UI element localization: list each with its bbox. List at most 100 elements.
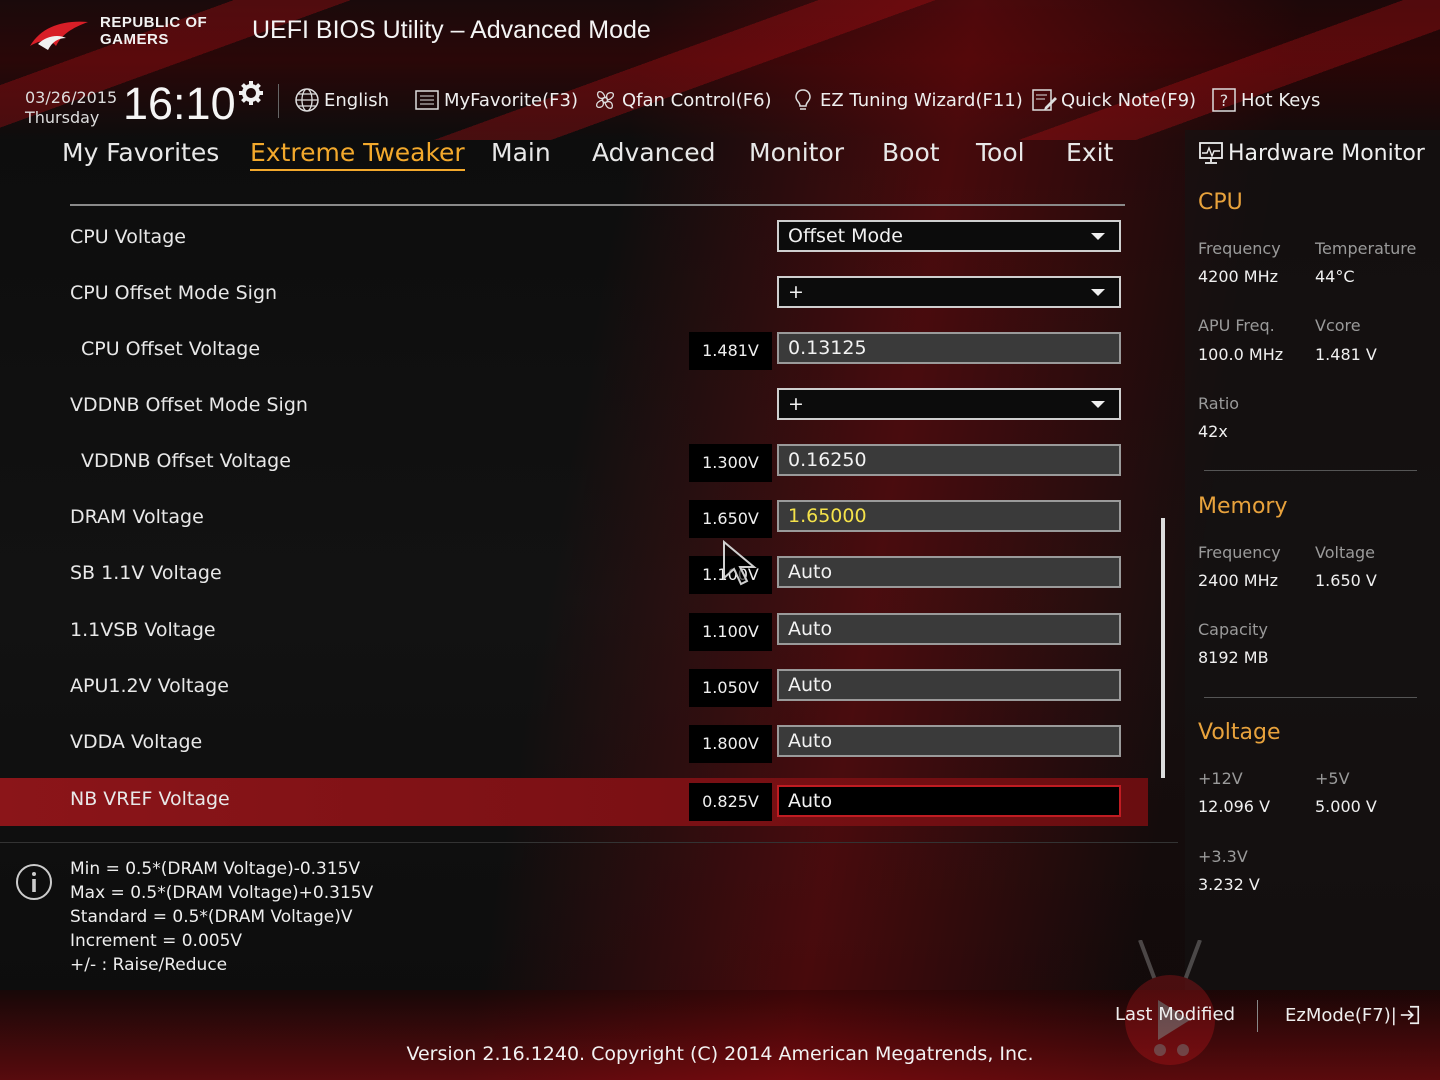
setting-row-cpu-offset-mode-sign[interactable]: CPU Offset Mode Sign + xyxy=(0,270,1148,318)
select-value: + xyxy=(788,393,804,415)
settings-top-divider xyxy=(70,204,1125,206)
memory-frequency-label: Frequency xyxy=(1198,543,1281,562)
select-value: Offset Mode xyxy=(788,225,903,247)
setting-row-vddnb-offset-voltage[interactable]: VDDNB Offset Voltage 1.300V 0.16250 xyxy=(0,438,1148,486)
brand-line2: GAMERS xyxy=(100,31,169,48)
setting-row-cpu-voltage[interactable]: CPU Voltage Offset Mode xyxy=(0,214,1148,262)
tab-advanced[interactable]: Advanced xyxy=(592,138,716,167)
memory-voltage-value: 1.650 V xyxy=(1315,571,1377,590)
language-label: English xyxy=(324,89,389,111)
voltage-readout: 1.050V xyxy=(689,669,772,707)
help-line: +/- : Raise/Reduce xyxy=(70,955,228,975)
tab-exit[interactable]: Exit xyxy=(1066,138,1113,167)
setting-row-vddnb-offset-mode-sign[interactable]: VDDNB Offset Mode Sign + xyxy=(0,382,1148,430)
tab-main[interactable]: Main xyxy=(491,138,551,167)
v12-label: +12V xyxy=(1198,769,1243,788)
voltage-readout: 1.650V xyxy=(689,500,772,538)
fan-icon xyxy=(595,90,615,110)
tab-tool[interactable]: Tool xyxy=(976,138,1025,167)
v5-label: +5V xyxy=(1315,769,1350,788)
qfan-label: Qfan Control(F6) xyxy=(622,89,772,111)
help-line: Min = 0.5*(DRAM Voltage)-0.315V xyxy=(70,859,361,879)
vcore-label: Vcore xyxy=(1315,316,1361,335)
hot-keys-label: Hot Keys xyxy=(1241,89,1321,111)
setting-row-cpu-offset-voltage[interactable]: CPU Offset Voltage 1.481V 0.13125 xyxy=(0,326,1148,374)
dram-voltage-input[interactable]: 1.65000 xyxy=(777,500,1121,532)
setting-label: VDDNB Offset Voltage xyxy=(81,450,291,472)
setting-row-1-1vsb-voltage[interactable]: 1.1VSB Voltage 1.100V Auto xyxy=(0,607,1148,655)
quick-note-label: Quick Note(F9) xyxy=(1061,89,1197,111)
ezmode-button[interactable]: EzMode(F7)| xyxy=(1285,1004,1421,1026)
setting-row-nb-vref-voltage[interactable]: NB VREF Voltage 0.825V Auto xyxy=(0,778,1148,826)
1-1vsb-voltage-input[interactable]: Auto xyxy=(777,613,1121,645)
hw-divider xyxy=(1204,470,1417,471)
note-pencil-icon xyxy=(1032,89,1057,111)
weekday: Thursday xyxy=(25,108,100,127)
cpu-frequency-value: 4200 MHz xyxy=(1198,267,1279,286)
vcore-value: 1.481 V xyxy=(1315,345,1377,364)
main-nav: My Favorites Extreme Tweaker Main Advanc… xyxy=(0,138,1150,178)
memory-heading: Memory xyxy=(1198,494,1288,519)
help-description: Min = 0.5*(DRAM Voltage)-0.315V Max = 0.… xyxy=(70,857,373,977)
ez-tuning-label: EZ Tuning Wizard(F11) xyxy=(820,89,1023,111)
tab-extreme-tweaker[interactable]: Extreme Tweaker xyxy=(250,138,465,171)
date: 03/26/2015 xyxy=(25,88,118,107)
setting-label: CPU Offset Voltage xyxy=(81,338,261,360)
help-line: Increment = 0.005V xyxy=(70,931,243,951)
setting-label: CPU Voltage xyxy=(70,226,186,248)
memory-frequency-value: 2400 MHz xyxy=(1198,571,1279,590)
globe-icon xyxy=(295,88,319,112)
myfavorite-button[interactable]: MyFavorite(F3) xyxy=(414,84,578,116)
apu1-2v-voltage-input[interactable]: Auto xyxy=(777,669,1121,701)
cpu-temperature-value: 44°C xyxy=(1315,267,1355,286)
setting-label: DRAM Voltage xyxy=(70,506,204,528)
setting-label: APU1.2V Voltage xyxy=(70,675,229,697)
help-line: Standard = 0.5*(DRAM Voltage)V xyxy=(70,907,353,927)
hw-divider xyxy=(1204,697,1417,698)
qfan-button[interactable]: Qfan Control(F6) xyxy=(592,84,772,116)
v5-value: 5.000 V xyxy=(1315,797,1377,816)
tab-monitor[interactable]: Monitor xyxy=(749,138,844,167)
last-modified-button[interactable]: Last Modified xyxy=(1115,1004,1235,1025)
app-title: UEFI BIOS Utility – Advanced Mode xyxy=(252,16,651,44)
setting-row-apu1-2v-voltage[interactable]: APU1.2V Voltage 1.050V Auto xyxy=(0,663,1148,711)
hot-keys-button[interactable]: ? Hot Keys xyxy=(1211,84,1320,116)
vddnb-offset-voltage-input[interactable]: 0.16250 xyxy=(777,444,1121,476)
gear-icon[interactable] xyxy=(238,80,264,106)
v33-label: +3.3V xyxy=(1198,847,1248,866)
help-icon: ? xyxy=(1212,88,1236,112)
quick-note-button[interactable]: Quick Note(F9) xyxy=(1031,84,1196,116)
ez-tuning-button[interactable]: EZ Tuning Wizard(F11) xyxy=(790,84,1023,116)
setting-row-vdda-voltage[interactable]: VDDA Voltage 1.800V Auto xyxy=(0,719,1148,767)
vddnb-offset-sign-select[interactable]: + xyxy=(777,388,1121,420)
memory-capacity-label: Capacity xyxy=(1198,620,1268,639)
date-block: 03/26/2015 Thursday xyxy=(25,88,117,128)
setting-label: SB 1.1V Voltage xyxy=(70,562,222,584)
hardware-monitor-label: Hardware Monitor xyxy=(1228,140,1425,166)
cpu-offset-voltage-input[interactable]: 0.13125 xyxy=(777,332,1121,364)
tab-my-favorites[interactable]: My Favorites xyxy=(62,138,219,167)
cpu-voltage-select[interactable]: Offset Mode xyxy=(777,220,1121,252)
mouse-cursor-icon xyxy=(723,540,757,586)
version-copyright: Version 2.16.1240. Copyright (C) 2014 Am… xyxy=(406,1043,1034,1065)
nb-vref-voltage-input[interactable]: Auto xyxy=(777,785,1121,817)
setting-label: CPU Offset Mode Sign xyxy=(70,282,278,304)
setting-row-sb-1-1v-voltage[interactable]: SB 1.1V Voltage 1.100V Auto xyxy=(0,550,1148,598)
setting-label: VDDNB Offset Mode Sign xyxy=(70,394,308,416)
tab-boot[interactable]: Boot xyxy=(882,138,940,167)
voltage-readout: 1.300V xyxy=(689,444,772,482)
cpu-offset-sign-select[interactable]: + xyxy=(777,276,1121,308)
memory-capacity-value: 8192 MB xyxy=(1198,648,1269,667)
chevron-down-icon xyxy=(1091,401,1105,408)
cpu-heading: CPU xyxy=(1198,190,1243,215)
clock: 16:10 xyxy=(123,78,236,129)
settings-scrollbar[interactable] xyxy=(1161,518,1165,778)
voltage-readout: 1.800V xyxy=(689,725,772,763)
vdda-voltage-input[interactable]: Auto xyxy=(777,725,1121,757)
apu-freq-value: 100.0 MHz xyxy=(1198,345,1284,364)
favorite-list-icon xyxy=(415,90,439,110)
sb-1-1v-voltage-input[interactable]: Auto xyxy=(777,556,1121,588)
setting-row-dram-voltage[interactable]: DRAM Voltage 1.650V 1.65000 xyxy=(0,494,1148,542)
voltage-readout: 1.100V xyxy=(689,613,772,651)
language-button[interactable]: English xyxy=(294,84,389,116)
